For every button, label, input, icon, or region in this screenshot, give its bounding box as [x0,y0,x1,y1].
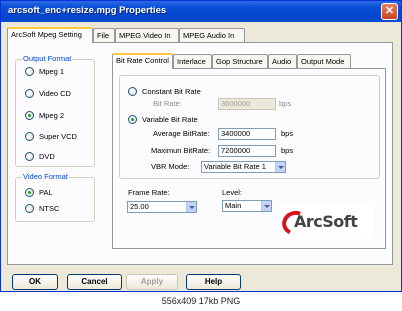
help-button[interactable]: Help [186,274,241,290]
properties-window: arcsoft_enc+resize.mpg Properties ✕ ArcS… [0,0,402,292]
arcsoft-logo: ArcSoft [278,205,374,239]
video-format-label: Video Format [22,172,69,181]
button-label: OK [29,277,41,286]
image-caption: 556x409 17kb PNG [0,292,402,311]
tab-label: ArcSoft Mpeg Setting [11,30,82,39]
radio-button[interactable] [25,132,34,141]
title-bar[interactable]: arcsoft_enc+resize.mpg Properties ✕ [1,1,401,22]
radio-label: NTSC [39,204,60,213]
cancel-button[interactable]: Cancel [67,274,122,290]
tab-mpeg-audio-in[interactable]: MPEG Audio In [179,28,245,43]
radio-label: Super VCD [39,132,77,141]
chevron-down-icon[interactable] [275,162,285,172]
radio-button[interactable] [25,204,34,213]
level-label: Level: [222,188,243,197]
close-button[interactable]: ✕ [381,3,398,20]
vbr-mode-dropdown[interactable]: Variable Bit Rate 1 [201,161,286,173]
radio-button[interactable] [25,89,34,98]
tab-label: Gop Structure [216,57,263,66]
bit-rate-field[interactable]: 3600000 [218,98,276,110]
tab-audio[interactable]: Audio [268,54,297,69]
dropdown-value: Variable Bit Rate 1 [204,162,266,171]
tab-mpeg-video-in[interactable]: MPEG Video In [115,28,179,43]
radio-button-checked[interactable] [128,115,137,124]
average-bitrate-field[interactable]: 3400000 [218,128,276,140]
frame-rate-label: Frame Rate: [128,188,170,197]
radio-label: DVD [39,152,55,161]
output-format-label: Output Format [22,54,73,63]
radio-label: Mpeg 1 [39,67,65,76]
radio-button-checked[interactable] [25,188,34,197]
max-bitrate-field[interactable]: 7200000 [218,145,276,157]
average-bitrate-label: Average BitRate: [153,129,210,138]
tab-label: Audio [272,57,292,66]
radio-label: Variable Bit Rate [142,115,198,124]
field-value: 3600000 [221,99,251,108]
tab-gop-structure[interactable]: Gop Structure [212,54,268,69]
average-bitrate-unit: bps [281,129,294,138]
max-bitrate-unit: bps [281,146,294,155]
radio-button[interactable] [128,87,137,96]
tab-label: Bit Rate Control [116,56,169,65]
chevron-down-icon[interactable] [261,201,271,211]
frame-rate-dropdown[interactable]: 25.00 [127,201,197,213]
tab-label: File [97,31,110,40]
dropdown-value: 25.00 [130,202,149,211]
button-label: Apply [140,277,164,286]
tab-file[interactable]: File [93,28,115,43]
dropdown-value: Main [225,201,242,210]
radio-button-checked[interactable] [25,111,34,120]
tab-interlace[interactable]: Interlace [173,54,212,69]
close-icon: ✕ [384,5,395,17]
button-label: Help [204,277,223,286]
radio-label: PAL [39,188,53,197]
ok-button[interactable]: OK [12,274,58,290]
radio-label: Constant Bit Rate [142,87,201,96]
bit-rate-label: Bit Rate: [153,99,182,108]
button-label: Cancel [81,277,108,286]
radio-button[interactable] [25,152,34,161]
tab-label: MPEG Audio In [183,31,235,40]
bit-rate-unit: bps [279,99,292,108]
tab-arcsoft-mpeg-setting[interactable]: ArcSoft Mpeg Setting [7,27,93,43]
field-value: 7200000 [221,146,251,155]
level-dropdown[interactable]: Main [222,200,272,212]
logo-text: ArcSoft [294,212,358,231]
radio-label: Video CD [39,89,71,98]
field-value: 3400000 [221,129,251,138]
video-format-group: Video Format [15,172,95,222]
tab-output-mode[interactable]: Output Mode [297,54,351,69]
tab-label: MPEG Video In [119,31,171,40]
chevron-down-icon[interactable] [186,202,196,212]
max-bitrate-label: Maximun BitRate: [151,146,211,155]
tab-bit-rate-control[interactable]: Bit Rate Control [112,53,173,69]
apply-button[interactable]: Apply [126,274,178,290]
window-title: arcsoft_enc+resize.mpg Properties [8,5,167,16]
radio-label: Mpeg 2 [39,111,65,120]
tab-label: Interlace [177,57,206,66]
vbr-mode-label: VBR Mode: [151,162,190,171]
radio-button[interactable] [25,67,34,76]
tab-label: Output Mode [301,57,345,66]
